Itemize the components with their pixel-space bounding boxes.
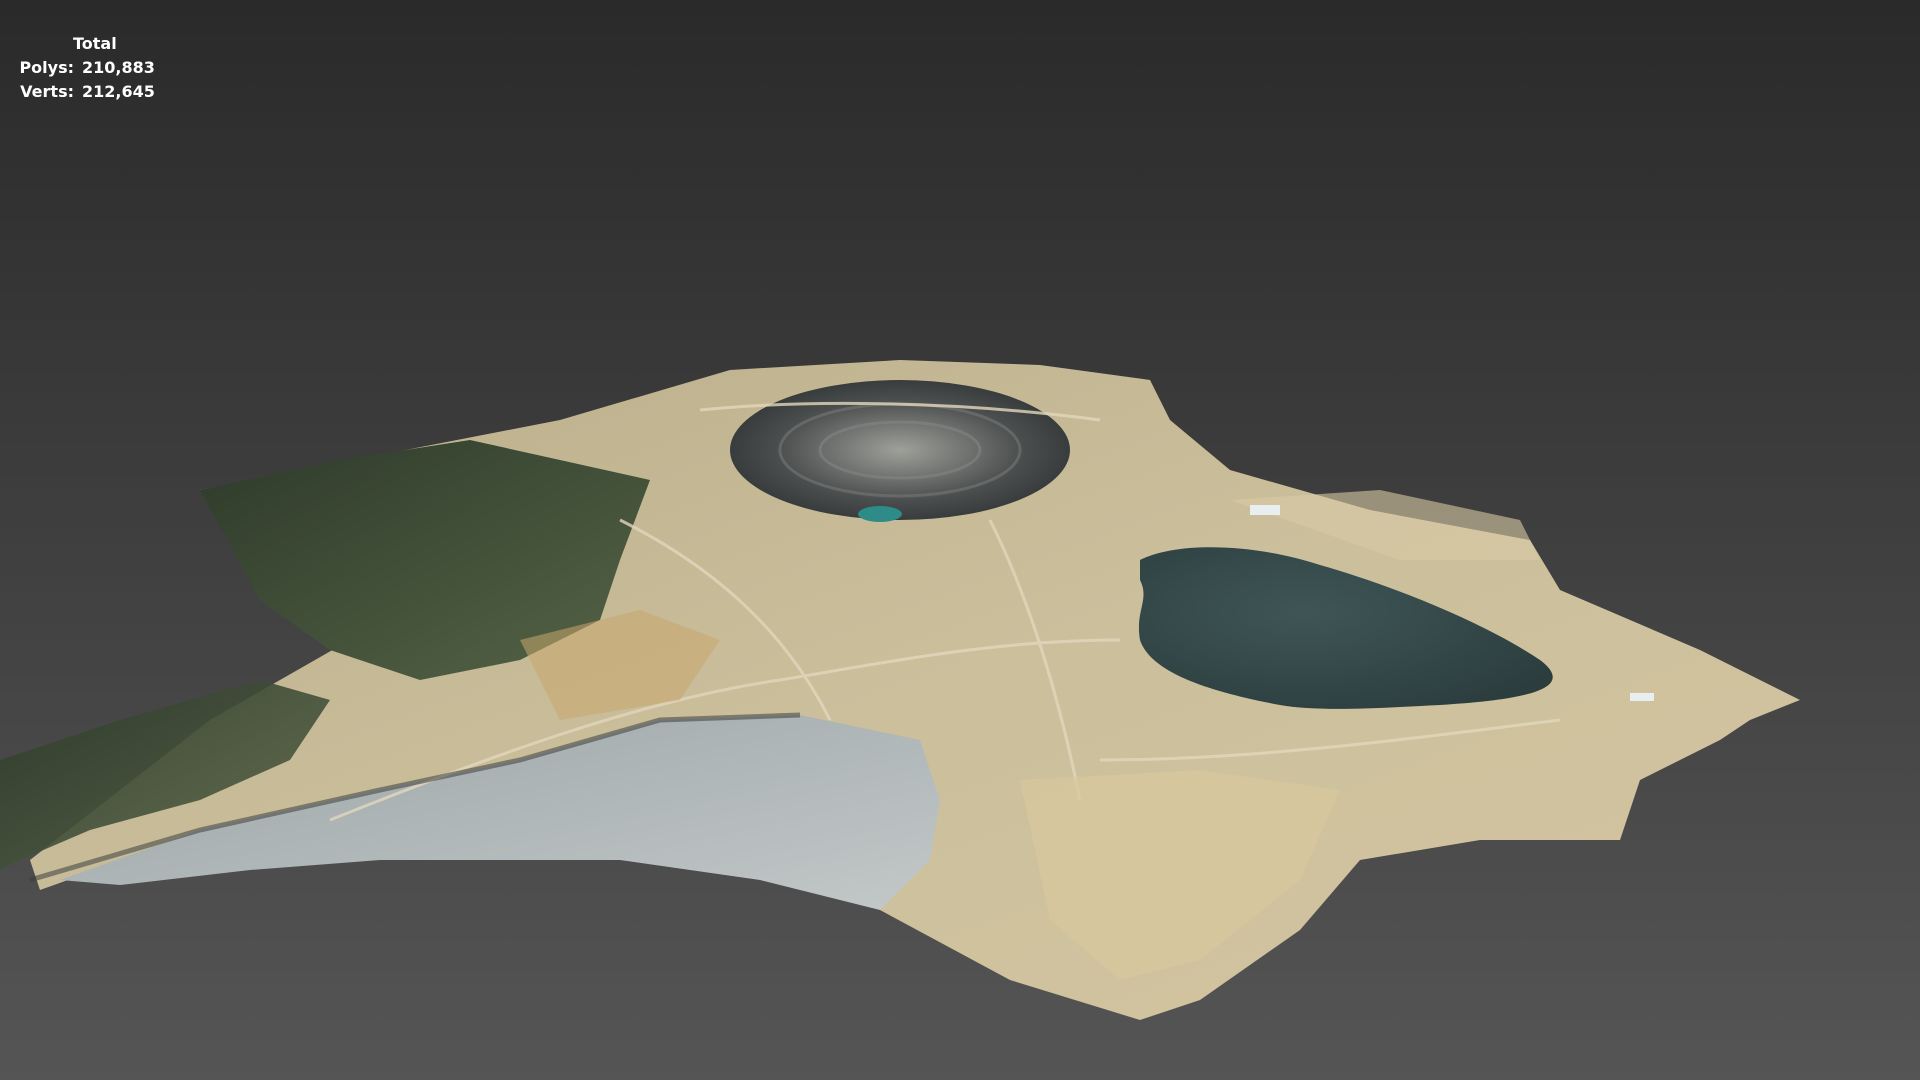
facility-buildings [1250,505,1280,515]
3d-viewport[interactable]: Total Polys: 210,883 Verts: 212,645 [0,0,1920,1080]
pit-pond [858,506,902,522]
terrain-mesh-model[interactable] [0,0,1920,1080]
